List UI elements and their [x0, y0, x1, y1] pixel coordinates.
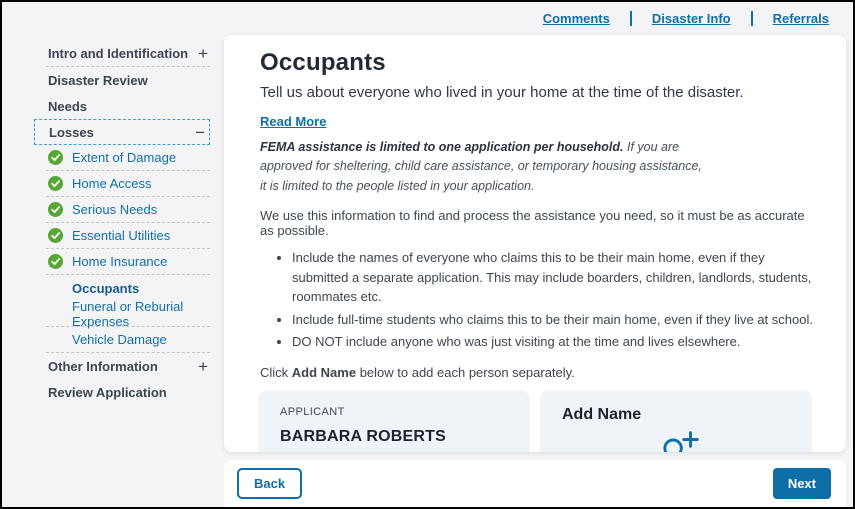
instruction-item: DO NOT include anyone who was just visit…	[292, 332, 818, 352]
occupant-cards-row: APPLICANT BARBARA ROBERTS Social Securit…	[260, 390, 818, 452]
sidebar-item-label: Losses	[49, 124, 94, 140]
page-title: Occupants	[260, 49, 386, 76]
main-column: Occupants Tell us about everyone who liv…	[224, 35, 853, 507]
sidebar-item-label: Vehicle Damage	[72, 332, 167, 347]
check-icon	[48, 176, 63, 191]
next-button[interactable]: Next	[772, 468, 831, 499]
add-name-instruction: Click Add Name below to add each person …	[260, 364, 575, 380]
fema-note-line-2: approved for sheltering, child care assi…	[260, 159, 702, 174]
instruction-list: Include the names of everyone who claims…	[260, 248, 818, 352]
page-layout: Intro and Identification + Disaster Revi…	[2, 35, 853, 507]
plus-icon[interactable]: +	[198, 45, 208, 62]
check-icon	[48, 254, 63, 269]
disaster-info-link[interactable]: Disaster Info	[652, 11, 731, 26]
sidebar-item-home-insurance[interactable]: Home Insurance	[46, 249, 210, 275]
sidebar-item-occupants[interactable]: Occupants	[46, 275, 210, 301]
person-plus-icon[interactable]	[562, 424, 790, 452]
sidebar-item-label: Essential Utilities	[72, 228, 171, 243]
sidebar-item-essential-utilities[interactable]: Essential Utilities	[46, 223, 210, 249]
sidebar-item-review-application[interactable]: Review Application	[46, 379, 210, 405]
plus-icon[interactable]: +	[198, 358, 208, 375]
sidebar-item-extent-of-damage[interactable]: Extent of Damage	[46, 145, 210, 171]
sidebar-item-home-access[interactable]: Home Access	[46, 171, 210, 197]
sidebar-item-needs[interactable]: Needs	[46, 93, 210, 119]
progress-sidebar: Intro and Identification + Disaster Revi…	[2, 35, 224, 507]
sidebar-item-label: Funeral or Reburial Expenses	[72, 298, 184, 329]
fema-limitation-note: FEMA assistance is limited to one applic…	[260, 138, 818, 196]
comments-link[interactable]: Comments	[543, 11, 610, 26]
sidebar-item-label: Disaster Review	[48, 72, 148, 88]
back-button[interactable]: Back	[237, 468, 303, 499]
read-more-link[interactable]: Read More	[260, 114, 326, 129]
check-icon	[48, 228, 63, 243]
sidebar-item-label: Needs	[48, 98, 88, 114]
nav-separator	[629, 11, 632, 26]
sidebar-item-label: Extent of Damage	[72, 150, 177, 165]
fema-note-line-1: FEMA assistance is limited to one applic…	[260, 140, 680, 154]
sidebar-item-disaster-review[interactable]: Disaster Review	[46, 67, 210, 93]
accuracy-note: We use this information to find and proc…	[260, 208, 805, 239]
top-navigation: Comments Disaster Info Referrals	[2, 2, 853, 35]
sidebar-item-funeral-or-reburial-expenses[interactable]: Funeral or Reburial Expenses	[46, 298, 210, 329]
page-subtitle: Tell us about everyone who lived in your…	[260, 84, 744, 101]
sidebar-item-vehicle-damage[interactable]: Vehicle Damage	[46, 327, 210, 353]
sidebar-item-label: Intro and Identification	[48, 46, 189, 61]
sidebar-item-losses[interactable]: Losses −	[34, 119, 210, 145]
check-icon	[48, 150, 63, 165]
wizard-footer: Back Next	[224, 460, 846, 507]
add-name-title: Add Name	[562, 405, 642, 423]
instruction-item: Include full-time students who claims th…	[292, 310, 818, 330]
applicant-name: BARBARA ROBERTS	[280, 427, 446, 445]
applicant-label: APPLICANT	[280, 405, 345, 418]
referrals-link[interactable]: Referrals	[773, 11, 829, 26]
sidebar-item-intro-and-identification[interactable]: Intro and Identification +	[46, 41, 210, 67]
sidebar-item-label: Other Information	[48, 358, 158, 374]
sidebar-item-other-information[interactable]: Other Information +	[46, 353, 210, 379]
occupants-panel: Occupants Tell us about everyone who liv…	[224, 35, 846, 452]
sidebar-item-label: Review Application	[48, 384, 167, 400]
sidebar-item-label: Home Insurance	[72, 254, 168, 269]
add-name-card[interactable]: Add Name	[542, 390, 810, 452]
sidebar-item-label: Occupants	[72, 280, 140, 296]
nav-separator	[750, 11, 753, 26]
fema-note-line-3: it is limited to the people listed in yo…	[260, 178, 535, 193]
sidebar-item-label: Home Access	[72, 176, 152, 191]
instruction-item: Include the names of everyone who claims…	[292, 248, 818, 307]
check-icon	[48, 202, 63, 217]
sidebar-item-label: Serious Needs	[72, 202, 158, 217]
sidebar-item-serious-needs[interactable]: Serious Needs	[46, 197, 210, 223]
minus-icon[interactable]: −	[195, 124, 205, 141]
applicant-card[interactable]: APPLICANT BARBARA ROBERTS Social Securit…	[260, 390, 528, 452]
